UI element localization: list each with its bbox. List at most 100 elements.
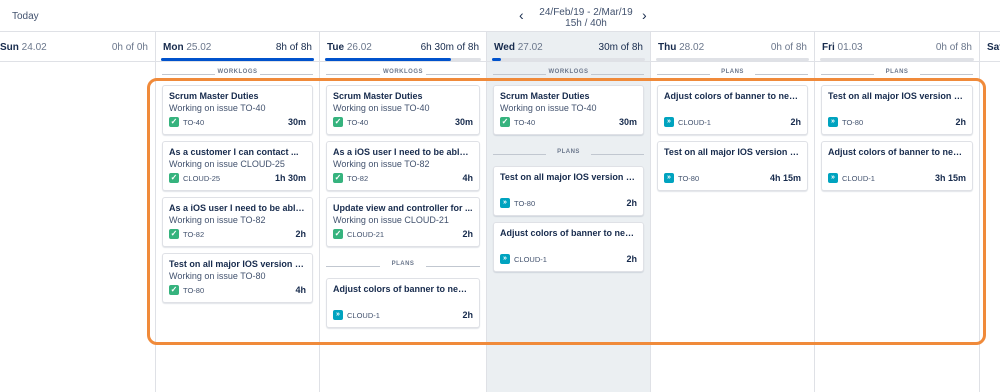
day-hours: 8h of 8h [275, 42, 312, 53]
plan-icon: » [333, 310, 343, 320]
day-hours: 0h of 8h [770, 42, 807, 53]
logged-time: 2h [626, 198, 637, 208]
worklog-card[interactable]: Test on all major IOS version a... » TO-80… [657, 141, 808, 191]
logged-time: 2h [790, 117, 801, 127]
chevron-left-icon[interactable]: ‹ [519, 8, 524, 22]
issue-key: TO-82 [183, 230, 205, 239]
card-footer: » CLOUD-1 2h [333, 310, 473, 321]
logged-time: 30m [618, 117, 637, 127]
check-icon: ✓ [169, 229, 179, 239]
day-name: Mon 25.02 [163, 42, 212, 53]
logged-time: 2h [295, 229, 306, 239]
card-subtitle: Working on issue TO-82 [169, 215, 266, 225]
issue-key: CLOUD-1 [842, 174, 875, 183]
card-footer: » CLOUD-1 2h [500, 254, 637, 265]
worklog-card[interactable]: Adjust colors of banner to new ... » CLOUD… [657, 85, 808, 135]
chevron-right-icon[interactable]: › [642, 8, 647, 22]
date-range-label: 24/Feb/19 - 2/Mar/19 [539, 7, 633, 18]
issue-key: TO-40 [347, 118, 369, 127]
day-column-wed: Wed 27.02 30m of 8h WORKLOGS Scrum Master D… [487, 32, 651, 392]
worklog-card[interactable]: Update view and controller for ... Workin… [326, 197, 480, 247]
card-subtitle: Working on issue TO-40 [500, 103, 597, 113]
logged-time: 4h [295, 285, 306, 295]
day-progress-bar [656, 58, 809, 61]
issue-key: TO-40 [183, 118, 205, 127]
day-progress-bar [325, 58, 481, 61]
worklog-card[interactable]: As a iOS user I need to be able ... Worki… [162, 197, 313, 247]
day-column-mon: Mon 25.02 8h of 8h WORKLOGS Scrum Master Du… [156, 32, 320, 392]
logged-time: 2h [626, 254, 637, 264]
worklog-card[interactable]: Scrum Master Duties Working on issue TO-4… [493, 85, 644, 135]
issue-key: TO-80 [183, 286, 205, 295]
card-footer: » TO-80 4h 15m [664, 173, 801, 184]
issue-key: CLOUD-21 [347, 230, 385, 239]
plan-icon: » [828, 117, 838, 127]
week-grid: Sun 24.02 0h of 0h Mon 25.02 8h of 8h WORKLO… [0, 32, 1000, 392]
day-column-tue: Tue 26.02 6h 30m of 8h WORKLOGS Scrum Maste… [320, 32, 487, 392]
card-footer: ✓ TO-40 30m [169, 117, 306, 128]
worklog-card[interactable]: Test on all major IOS version a... » TO-80… [821, 85, 973, 135]
check-icon: ✓ [169, 285, 179, 295]
card-title: As a iOS user I need to be able ... [169, 203, 306, 213]
card-title: Update view and controller for ... [333, 203, 473, 213]
issue-key: TO-80 [678, 174, 700, 183]
card-footer: ✓ TO-40 30m [500, 117, 637, 128]
day-column-thu: Thu 28.02 0h of 8h PLANS Adjust colors of b… [651, 32, 815, 392]
card-title: Adjust colors of banner to new ... [664, 91, 801, 101]
issue-key: TO-40 [514, 118, 536, 127]
card-title: Adjust colors of banner to new ... [500, 228, 637, 238]
worklog-card[interactable]: Test on all major IOS version a... Workin… [162, 253, 313, 303]
top-bar: Today ‹ 24/Feb/19 - 2/Mar/19 15h / 40h › [0, 0, 1000, 32]
issue-key: CLOUD-25 [183, 174, 221, 183]
card-subtitle: Working on issue TO-40 [169, 103, 266, 113]
worklog-card[interactable]: Adjust colors of banner to new ... » CLOUD… [493, 222, 644, 272]
day-hours: 30m of 8h [598, 42, 643, 53]
day-header: Fri 01.03 0h of 8h [815, 32, 979, 62]
plan-icon: » [500, 198, 510, 208]
issue-key: CLOUD-1 [514, 255, 547, 264]
worklog-card[interactable]: Scrum Master Duties Working on issue TO-4… [162, 85, 313, 135]
section-plans: PLANS [326, 260, 480, 272]
section-worklogs: WORKLOGS [493, 68, 644, 80]
card-title: Test on all major IOS version a... [500, 172, 637, 182]
week-hours-label: 15h / 40h [565, 18, 607, 29]
plan-icon: » [500, 254, 510, 264]
card-title: Test on all major IOS version a... [664, 147, 801, 157]
day-hours: 6h 30m of 8h [420, 42, 479, 53]
check-icon: ✓ [333, 117, 343, 127]
day-hours: 0h of 0h [111, 42, 148, 53]
today-button[interactable]: Today [12, 11, 39, 22]
worklog-card[interactable]: As a iOS user I need to be able ... Worki… [326, 141, 480, 191]
card-footer: » CLOUD-1 3h 15m [828, 173, 966, 184]
day-progress-fill [325, 58, 452, 61]
day-header: Tue 26.02 6h 30m of 8h [320, 32, 486, 62]
day-column-sun: Sun 24.02 0h of 0h [0, 32, 156, 392]
issue-key: TO-82 [347, 174, 369, 183]
plan-icon: » [664, 117, 674, 127]
card-footer: ✓ CLOUD-21 2h [333, 229, 473, 240]
day-header: Sun 24.02 0h of 0h [0, 32, 155, 62]
card-title: Adjust colors of banner to new ... [333, 284, 473, 294]
card-footer: ✓ CLOUD-25 1h 30m [169, 173, 306, 184]
card-title: Adjust colors of banner to new ... [828, 147, 966, 157]
logged-time: 30m [454, 117, 473, 127]
card-title: As a customer I can contact ... [169, 147, 299, 157]
day-name: Sun 24.02 [0, 42, 47, 53]
check-icon: ✓ [333, 229, 343, 239]
worklog-card[interactable]: Adjust colors of banner to new ... » CLOUD… [326, 278, 480, 328]
card-title: Test on all major IOS version a... [169, 259, 306, 269]
worklog-card[interactable]: As a customer I can contact ... Working o… [162, 141, 313, 191]
card-title: Scrum Master Duties [333, 91, 423, 101]
day-header: Sat [980, 32, 1000, 62]
logged-time: 4h 15m [769, 173, 801, 183]
worklog-card[interactable]: Test on all major IOS version a... » TO-80… [493, 166, 644, 216]
card-title: As a iOS user I need to be able ... [333, 147, 473, 157]
card-title: Scrum Master Duties [169, 91, 259, 101]
card-footer: ✓ TO-80 4h [169, 285, 306, 296]
worklog-card[interactable]: Scrum Master Duties Working on issue TO-4… [326, 85, 480, 135]
worklog-card[interactable]: Adjust colors of banner to new ... » CLOUD… [821, 141, 973, 191]
day-header: Wed 27.02 30m of 8h [487, 32, 650, 62]
issue-key: TO-80 [842, 118, 864, 127]
section-plans: PLANS [657, 68, 808, 80]
card-subtitle: Working on issue TO-40 [333, 103, 430, 113]
